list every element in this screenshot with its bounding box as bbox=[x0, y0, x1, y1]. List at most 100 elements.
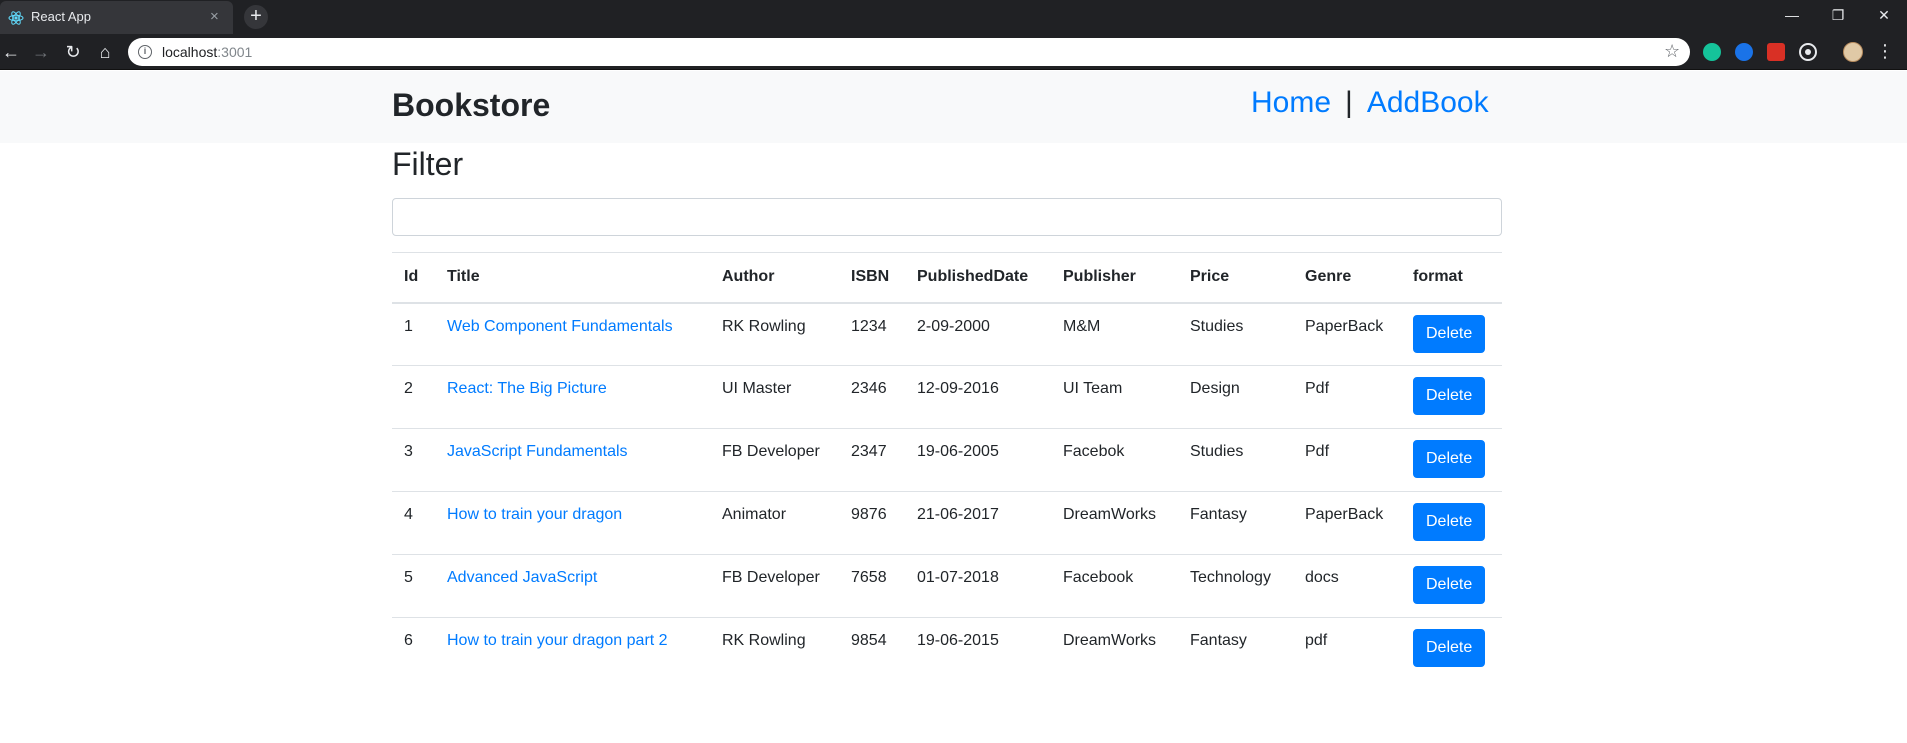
tab-close-icon[interactable]: × bbox=[210, 8, 219, 26]
cell-format: Delete bbox=[1401, 428, 1502, 492]
cell-title: Web Component Fundamentals bbox=[435, 303, 710, 366]
cell-id: 6 bbox=[392, 617, 435, 681]
back-arrow-icon[interactable]: ← bbox=[0, 41, 22, 63]
blue-extension-icon[interactable] bbox=[1735, 43, 1753, 61]
column-header-id: Id bbox=[392, 252, 435, 304]
cell-author: RK Rowling bbox=[710, 617, 839, 681]
forward-arrow-icon[interactable]: → bbox=[30, 41, 52, 63]
delete-button[interactable]: Delete bbox=[1413, 440, 1486, 478]
cell-id: 1 bbox=[404, 317, 413, 335]
browser-tab[interactable]: React App × bbox=[0, 1, 233, 34]
column-header-publisher: Publisher bbox=[1051, 252, 1178, 304]
delete-button[interactable]: Delete bbox=[1413, 566, 1486, 604]
table-row: 4 How to train your dragon Animator 9876… bbox=[392, 491, 1502, 555]
cell-isbn: 9854 bbox=[839, 617, 905, 681]
red-extension-icon[interactable] bbox=[1767, 43, 1785, 61]
close-window-button[interactable]: ✕ bbox=[1861, 5, 1907, 25]
delete-button[interactable]: Delete bbox=[1413, 629, 1486, 667]
cell-genre: pdf bbox=[1293, 617, 1401, 681]
cell-publisher: DreamWorks bbox=[1051, 617, 1178, 681]
cell-author: FB Developer bbox=[710, 428, 839, 492]
cell-isbn: 1234 bbox=[851, 317, 887, 335]
new-tab-button[interactable]: + bbox=[244, 5, 268, 29]
cell-published-date: 19-06-2015 bbox=[905, 617, 1051, 681]
profile-avatar[interactable] bbox=[1843, 42, 1863, 62]
book-title-link[interactable]: JavaScript Fundamentals bbox=[447, 443, 628, 460]
nav-link-addbook[interactable]: AddBook bbox=[1367, 86, 1489, 119]
cell-genre: Pdf bbox=[1293, 365, 1401, 429]
address-bar[interactable]: i localhost:3001 ☆ bbox=[128, 38, 1690, 66]
cell-format: Delete bbox=[1401, 303, 1502, 366]
cell-published-date: 12-09-2016 bbox=[905, 365, 1051, 429]
cell-publisher: DreamWorks bbox=[1051, 491, 1178, 555]
cell-title: JavaScript Fundamentals bbox=[435, 428, 710, 492]
cell-title: Advanced JavaScript bbox=[435, 554, 710, 618]
cell-id: 2 bbox=[392, 365, 435, 429]
cell-price: Studies bbox=[1190, 317, 1244, 335]
cell-published-date: 21-06-2017 bbox=[905, 491, 1051, 555]
book-title-link[interactable]: React: The Big Picture bbox=[447, 380, 607, 397]
cell-published-date: 19-06-2005 bbox=[905, 428, 1051, 492]
filter-heading: Filter bbox=[392, 146, 464, 182]
column-header-genre: Genre bbox=[1293, 252, 1401, 304]
cell-format: Delete bbox=[1401, 617, 1502, 681]
reload-icon[interactable]: ↻ bbox=[62, 41, 84, 63]
column-header-title: Title bbox=[435, 252, 710, 304]
column-header-author: Author bbox=[710, 252, 839, 304]
cell-publisher: UI Team bbox=[1051, 365, 1178, 429]
url-host: localhost bbox=[162, 44, 218, 60]
delete-button[interactable]: Delete bbox=[1413, 314, 1486, 353]
cell-price: Studies bbox=[1178, 428, 1293, 492]
column-header-isbn: ISBN bbox=[839, 252, 905, 304]
cell-author: RK Rowling bbox=[722, 317, 806, 335]
tab-title: React App bbox=[31, 9, 91, 24]
book-title-link[interactable]: Advanced JavaScript bbox=[447, 569, 597, 586]
cell-genre: Pdf bbox=[1293, 428, 1401, 492]
bookmark-star-icon[interactable]: ☆ bbox=[1664, 41, 1680, 62]
brand-title[interactable]: Bookstore bbox=[392, 87, 550, 124]
filter-input[interactable] bbox=[392, 198, 1502, 236]
table-header-row: Id Title Author ISBN PublishedDate Publi… bbox=[392, 252, 1502, 304]
table-row: 6 How to train your dragon part 2 RK Row… bbox=[392, 617, 1502, 681]
cell-isbn: 9876 bbox=[839, 491, 905, 555]
table-row: 2 React: The Big Picture UI Master 2346 … bbox=[392, 365, 1502, 429]
books-table: Id Title Author ISBN PublishedDate Publi… bbox=[392, 252, 1502, 681]
delete-button[interactable]: Delete bbox=[1413, 503, 1486, 541]
book-title-link[interactable]: Web Component Fundamentals bbox=[447, 318, 673, 335]
cell-isbn: 7658 bbox=[839, 554, 905, 618]
app-navbar: Bookstore Home | AddBook bbox=[0, 71, 1907, 143]
browser-menu-icon[interactable]: ⋮ bbox=[1876, 41, 1894, 61]
react-logo-icon bbox=[8, 11, 24, 25]
site-info-icon[interactable]: i bbox=[138, 45, 152, 59]
minimize-button[interactable]: — bbox=[1769, 5, 1815, 25]
browser-toolbar: ← → ↻ ⌂ i localhost:3001 ☆ ⋮ bbox=[0, 34, 1907, 70]
nav-link-home[interactable]: Home bbox=[1251, 86, 1331, 119]
cell-id: 5 bbox=[392, 554, 435, 618]
book-title-link[interactable]: How to train your dragon part 2 bbox=[447, 632, 668, 649]
nav-links: Home | AddBook bbox=[1251, 86, 1489, 120]
cell-author: FB Developer bbox=[710, 554, 839, 618]
home-icon[interactable]: ⌂ bbox=[94, 41, 116, 63]
cell-author: Animator bbox=[710, 491, 839, 555]
cell-format: Delete bbox=[1401, 491, 1502, 555]
cell-publisher: Facebook bbox=[1051, 554, 1178, 618]
delete-button[interactable]: Delete bbox=[1413, 377, 1486, 415]
cell-genre: docs bbox=[1293, 554, 1401, 618]
restore-button[interactable]: ❐ bbox=[1815, 5, 1861, 25]
target-extension-icon[interactable] bbox=[1799, 43, 1817, 61]
column-header-publisheddate: PublishedDate bbox=[905, 252, 1051, 304]
cell-author: UI Master bbox=[710, 365, 839, 429]
cell-publisher: M&M bbox=[1063, 317, 1101, 335]
cell-published-date: 01-07-2018 bbox=[905, 554, 1051, 618]
cell-price: Technology bbox=[1178, 554, 1293, 618]
column-header-price: Price bbox=[1178, 252, 1293, 304]
nav-separator: | bbox=[1345, 86, 1353, 119]
table-row: 5 Advanced JavaScript FB Developer 7658 … bbox=[392, 554, 1502, 618]
cell-title: How to train your dragon bbox=[435, 491, 710, 555]
cell-format: Delete bbox=[1401, 365, 1502, 429]
book-title-link[interactable]: How to train your dragon bbox=[447, 506, 622, 523]
column-header-format: format bbox=[1401, 252, 1502, 304]
cell-publisher: Facebok bbox=[1051, 428, 1178, 492]
grammarly-extension-icon[interactable] bbox=[1703, 43, 1721, 61]
cell-title: How to train your dragon part 2 bbox=[435, 617, 710, 681]
